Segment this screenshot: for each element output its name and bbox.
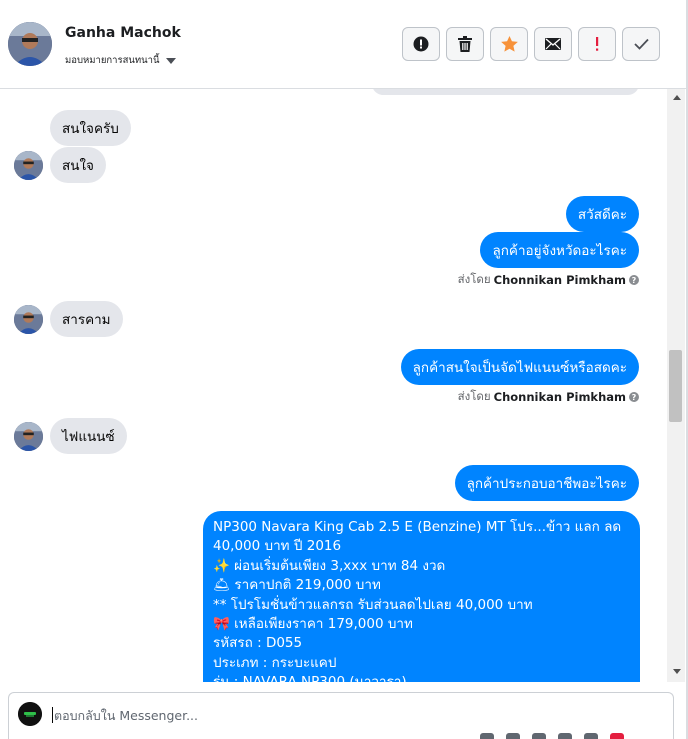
outgoing-message: ลูกค้าประกอบอาชีพอะไรคะ	[454, 465, 639, 501]
follow-up-button[interactable]	[578, 27, 616, 61]
incoming-message: สนใจ	[50, 147, 106, 183]
outgoing-message: ลูกค้าสนใจเป็นจัดไฟแนนซ์หรือสดคะ	[400, 349, 639, 385]
delete-button[interactable]	[446, 27, 484, 61]
check-icon	[633, 38, 649, 50]
reply-input[interactable]	[54, 706, 454, 724]
text-cursor	[52, 707, 53, 723]
message-line: ** โปรโมชั่นข้าวแลกรถ รับส่วนลดไปเลย 40,…	[213, 596, 533, 613]
conversation-header: Ganha Machok มอบหมายการสนทนานี้	[0, 0, 688, 89]
assign-conversation-dropdown[interactable]: มอบหมายการสนทนานี้	[65, 53, 176, 68]
message-line: 🛎 ราคาปกติ 219,000 บาท	[213, 577, 381, 594]
scroll-down-arrow-icon[interactable]	[673, 669, 681, 674]
reply-composer[interactable]	[8, 692, 674, 739]
sent-by-prefix: ส่งโดย	[457, 389, 491, 403]
message-line: NP300 Navara King Cab 2.5 E (Benzine) MT…	[213, 519, 622, 535]
sent-by-name: Chonnikan Pimkham	[493, 273, 626, 287]
assign-label: มอบหมายการสนทนานี้	[65, 55, 160, 66]
sticker-icon[interactable]	[558, 733, 572, 739]
exclamation-icon	[596, 37, 599, 51]
scrollbar-thumb[interactable]	[669, 350, 682, 422]
contact-avatar[interactable]	[8, 22, 52, 66]
message-thread[interactable]: สนใจครับ สนใจ สวัสดีคะ ลูกค้าอยู่จังหวัด…	[0, 89, 666, 682]
help-icon[interactable]: ?	[629, 275, 639, 285]
outgoing-message: ลูกค้าอยู่จังหวัดอะไรคะ	[480, 232, 639, 268]
outgoing-message: สวัสดีคะ	[565, 196, 639, 232]
spam-button[interactable]	[402, 27, 440, 61]
envelope-icon	[545, 38, 561, 50]
contact-name: Ganha Machok	[65, 25, 181, 41]
alert-circle-icon	[413, 36, 429, 52]
help-icon[interactable]: ?	[629, 392, 639, 402]
sent-by-name: Chonnikan Pimkham	[493, 390, 626, 404]
star-icon	[500, 36, 518, 52]
incoming-message: สารคาม	[50, 301, 123, 337]
message-bubble-partial	[372, 89, 639, 95]
gif-icon[interactable]	[584, 733, 598, 739]
mark-done-button[interactable]	[622, 27, 660, 61]
star-button[interactable]	[490, 27, 528, 61]
sent-by-label: ส่งโดย Chonnikan Pimkham ?	[458, 388, 639, 406]
contact-avatar-small	[14, 422, 43, 451]
sent-by-label: ส่งโดย Chonnikan Pimkham ?	[458, 271, 639, 289]
trash-icon	[458, 36, 472, 52]
message-line: 🎀 เหลือเพียงราคา 179,000 บาท	[213, 616, 413, 633]
incoming-message: สนใจครับ	[50, 110, 131, 146]
attachment-icon[interactable]	[506, 733, 520, 739]
contact-avatar-small	[14, 151, 43, 180]
emoji-icon[interactable]	[480, 733, 494, 739]
outgoing-message-long: NP300 Navara King Cab 2.5 E (Benzine) MT…	[203, 511, 640, 682]
message-line: ประเภท : กระบะแคป	[213, 654, 337, 671]
mark-unread-button[interactable]	[534, 27, 572, 61]
page-avatar	[18, 702, 42, 726]
header-actions	[402, 27, 660, 61]
message-line: ✨ ผ่อนเริ่มต้นเพียง 3,xxx บาท 84 งวด	[213, 557, 446, 574]
contact-avatar-small	[14, 305, 43, 334]
composer-tools	[480, 733, 624, 739]
scroll-up-arrow-icon[interactable]	[673, 95, 681, 100]
message-line: 40,000 บาท ปี 2016	[213, 538, 342, 555]
like-icon[interactable]	[610, 733, 624, 739]
image-icon[interactable]	[532, 733, 546, 739]
message-line: รหัสรถ : D055	[213, 635, 303, 652]
incoming-message: ไฟแนนซ์	[50, 418, 127, 454]
message-line: รุ่น : NAVARA NP300 (นาวารา)	[213, 673, 630, 682]
caret-down-icon	[165, 57, 176, 64]
sent-by-prefix: ส่งโดย	[457, 272, 491, 286]
